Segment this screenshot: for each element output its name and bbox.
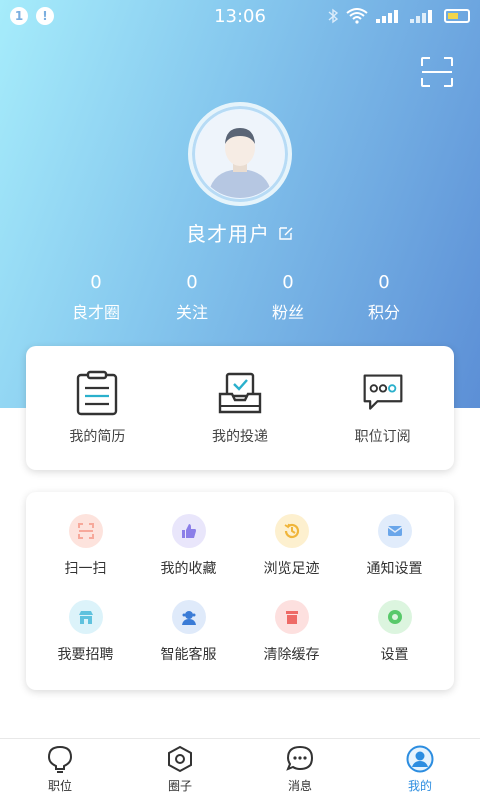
nav-label: 我的 bbox=[407, 779, 432, 793]
stat-points[interactable]: 0 积分 bbox=[336, 272, 432, 323]
bulb-icon bbox=[47, 745, 73, 773]
profile-stats: 0 良才圈 0 关注 0 粉丝 0 积分 bbox=[48, 272, 432, 323]
trash-icon bbox=[274, 600, 309, 634]
nav-label: 消息 bbox=[287, 779, 312, 793]
nav-messages[interactable]: 消息 bbox=[260, 745, 340, 794]
nav-circle[interactable]: 圈子 bbox=[140, 745, 220, 794]
tool-scan[interactable]: 扫一扫 bbox=[34, 514, 137, 578]
avatar[interactable] bbox=[188, 102, 292, 206]
tool-label: 我的收藏 bbox=[160, 561, 217, 577]
status-bar: 1 ! 13:06 bbox=[0, 0, 480, 32]
bottom-navigation: 职位 圈子 消息 我的 bbox=[0, 738, 480, 800]
tool-label: 我要招聘 bbox=[57, 647, 114, 663]
wifi-icon bbox=[346, 8, 368, 24]
tool-history[interactable]: 浏览足迹 bbox=[240, 514, 343, 578]
stat-fans[interactable]: 0 粉丝 bbox=[240, 272, 336, 323]
stat-label: 积分 bbox=[367, 303, 400, 322]
default-avatar-icon bbox=[196, 110, 284, 198]
stat-following[interactable]: 0 关注 bbox=[144, 272, 240, 323]
delivery-icon bbox=[218, 372, 262, 414]
stat-value: 0 bbox=[282, 272, 294, 293]
tool-label: 智能客服 bbox=[160, 647, 217, 663]
signal-icon-2 bbox=[410, 10, 432, 23]
tool-settings[interactable]: 设置 bbox=[343, 600, 446, 664]
nav-label: 圈子 bbox=[167, 779, 192, 793]
battery-icon bbox=[444, 9, 470, 23]
status-right bbox=[328, 8, 470, 24]
scan-icon bbox=[68, 514, 103, 548]
job-subscription-label: 职位订阅 bbox=[354, 429, 411, 445]
stat-value: 0 bbox=[90, 272, 102, 293]
settings-icon bbox=[377, 600, 412, 634]
subscription-icon bbox=[363, 374, 403, 410]
stat-value: 0 bbox=[186, 272, 198, 293]
tool-label: 清除缓存 bbox=[263, 647, 320, 663]
tools-grid: 扫一扫 我的收藏 浏览足迹 通知设置 我要招聘 智能客服 清除缓存 设置 bbox=[34, 514, 446, 664]
tools-card: 扫一扫 我的收藏 浏览足迹 通知设置 我要招聘 智能客服 清除缓存 设置 bbox=[26, 492, 454, 690]
tool-customer-service[interactable]: 智能客服 bbox=[137, 600, 240, 664]
tool-recruit[interactable]: 我要招聘 bbox=[34, 600, 137, 664]
my-delivery-label: 我的投递 bbox=[211, 429, 268, 445]
shop-icon bbox=[68, 600, 103, 634]
my-resume-button[interactable]: 我的简历 bbox=[37, 370, 157, 446]
nav-label: 职位 bbox=[47, 779, 72, 793]
notification-badge-2: ! bbox=[36, 7, 54, 25]
nav-jobs[interactable]: 职位 bbox=[20, 745, 100, 794]
service-icon bbox=[171, 600, 206, 634]
thumbs-up-icon bbox=[171, 514, 206, 548]
primary-actions-card: 我的简历 我的投递 职位订阅 bbox=[26, 346, 454, 470]
tool-label: 通知设置 bbox=[366, 561, 423, 577]
my-resume-label: 我的简历 bbox=[69, 429, 126, 445]
tool-favorites[interactable]: 我的收藏 bbox=[137, 514, 240, 578]
tool-clear-cache[interactable]: 清除缓存 bbox=[240, 600, 343, 664]
hexagon-icon bbox=[168, 745, 192, 773]
edit-icon[interactable] bbox=[278, 225, 294, 241]
tool-label: 浏览足迹 bbox=[263, 561, 320, 577]
my-delivery-button[interactable]: 我的投递 bbox=[180, 370, 300, 446]
status-left: 1 ! bbox=[10, 7, 54, 25]
stat-circle[interactable]: 0 良才圈 bbox=[48, 272, 144, 323]
user-icon bbox=[406, 745, 434, 773]
stat-label: 粉丝 bbox=[271, 303, 304, 322]
qr-scan-icon[interactable] bbox=[420, 56, 454, 88]
avatar-image bbox=[196, 110, 284, 198]
nav-mine[interactable]: 我的 bbox=[380, 745, 460, 794]
stat-value: 0 bbox=[378, 272, 390, 293]
resume-icon bbox=[77, 370, 118, 416]
bluetooth-icon bbox=[328, 8, 338, 24]
username: 良才用户 bbox=[186, 222, 270, 246]
mail-icon bbox=[377, 514, 412, 548]
stat-label: 关注 bbox=[175, 303, 208, 322]
message-icon bbox=[286, 745, 314, 771]
tool-notification-settings[interactable]: 通知设置 bbox=[343, 514, 446, 578]
stat-label: 良才圈 bbox=[71, 303, 120, 322]
tool-label: 设置 bbox=[380, 647, 409, 663]
tool-label: 扫一扫 bbox=[64, 561, 107, 577]
history-icon bbox=[274, 514, 309, 548]
signal-icon bbox=[376, 10, 398, 23]
job-subscription-button[interactable]: 职位订阅 bbox=[323, 370, 443, 446]
notification-badge-1: 1 bbox=[10, 7, 28, 25]
username-row[interactable]: 良才用户 bbox=[0, 218, 480, 247]
